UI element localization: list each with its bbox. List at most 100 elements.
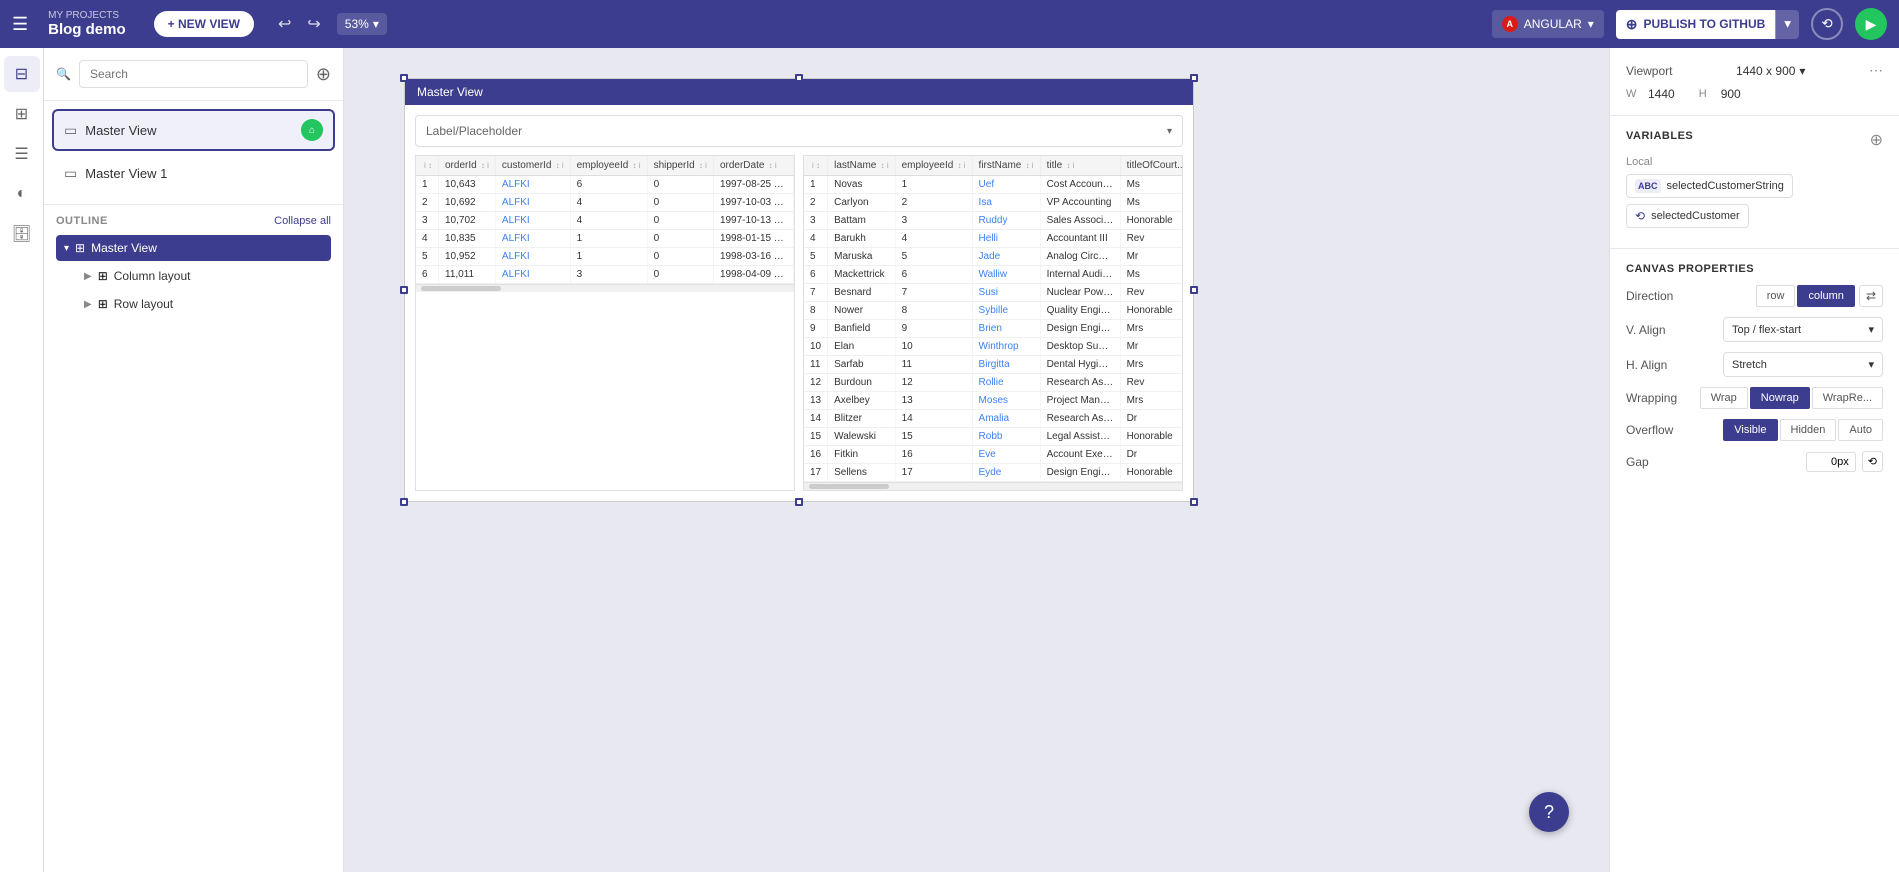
left-table-scrollbar[interactable]: [416, 284, 794, 292]
h-align-select[interactable]: Stretch ▾: [1723, 352, 1883, 377]
publish-button[interactable]: ⊕ PUBLISH TO GITHUB: [1616, 10, 1776, 39]
right-table-scrollbar[interactable]: [804, 482, 1182, 490]
right-table-cell: Rev: [1120, 230, 1183, 248]
left-table-cell: 10,643: [439, 176, 496, 194]
zoom-control[interactable]: 53% ▾: [337, 13, 387, 35]
chevron-right-icon-col[interactable]: ▶: [84, 271, 92, 282]
angular-logo: A: [1502, 16, 1518, 32]
handle-mr[interactable]: [1190, 286, 1198, 294]
orderdate-sort: ↕ i: [766, 161, 776, 170]
view-item-master[interactable]: ▭ Master View ⌂: [52, 109, 335, 151]
menu-icon[interactable]: ☰: [12, 14, 28, 35]
right-table-row[interactable]: 16Fitkin16EveAccount ExecutiveDr: [804, 446, 1183, 464]
canvas-area[interactable]: Master View Label/Placeholder ▾: [344, 48, 1609, 872]
angular-selector[interactable]: A ANGULAR ▾: [1492, 10, 1604, 38]
right-col-firstname: firstName ↕ i: [972, 156, 1040, 176]
left-table-row[interactable]: 210,692ALFKI401997-10-03 T00...: [416, 194, 794, 212]
outline-item-row-layout[interactable]: ▶ ⊞ Row layout: [76, 291, 331, 317]
direction-column-button[interactable]: column: [1797, 285, 1854, 307]
left-table-row[interactable]: 410,835ALFKI101998-01-15 T00...: [416, 230, 794, 248]
right-table-row[interactable]: 15Walewski15RobbLegal AssistantHonorable: [804, 428, 1183, 446]
right-table-cell: 12: [895, 374, 972, 392]
view-item-master-1[interactable]: ▭ Master View 1: [52, 155, 335, 192]
right-table-row[interactable]: 9Banfield9BrienDesign EngineerMrs: [804, 320, 1183, 338]
view-icon: ▭: [64, 122, 77, 139]
tables-row: i ↕ orderId ↕ i customerId ↕ i employeeI…: [415, 155, 1183, 491]
right-table-row[interactable]: 6Mackettrick6WalliwInternal AuditorMs: [804, 266, 1183, 284]
left-table-row[interactable]: 611,011ALFKI301998-04-09 T00...: [416, 266, 794, 284]
nowrap-button[interactable]: Nowrap: [1750, 387, 1810, 409]
overflow-hidden-button[interactable]: Hidden: [1780, 419, 1837, 441]
right-table-row[interactable]: 10Elan10WinthropDesktop Support...Mr: [804, 338, 1183, 356]
viewport-selector[interactable]: 1440 x 900 ▾: [1736, 64, 1805, 78]
view-home-button[interactable]: ⌂: [301, 119, 323, 141]
right-table-row[interactable]: 14Blitzer14AmaliaResearch Assista...Dr: [804, 410, 1183, 428]
direction-swap-button[interactable]: ⇄: [1859, 285, 1883, 307]
handle-br[interactable]: [1190, 498, 1198, 506]
icon-bar-home[interactable]: ⊟: [4, 56, 40, 92]
icon-bar-palette[interactable]: ◐: [4, 176, 40, 212]
help-fab[interactable]: ?: [1529, 792, 1569, 832]
gap-link-button[interactable]: ⟲: [1862, 451, 1883, 472]
grid-icon-row: ⊞: [98, 297, 108, 311]
new-view-button[interactable]: + NEW VIEW: [154, 11, 254, 37]
undo-button[interactable]: ↩: [274, 10, 295, 38]
right-table-row[interactable]: 13Axelbey13MosesProject ManagerMrs: [804, 392, 1183, 410]
add-variable-button[interactable]: ⊕: [1870, 130, 1883, 150]
add-view-button[interactable]: ⊕: [316, 64, 331, 85]
outline-item-master-view[interactable]: ▾ ⊞ Master View: [56, 235, 331, 261]
chevron-down-icon[interactable]: ▾: [64, 243, 69, 254]
icon-bar-layers[interactable]: ☰: [4, 136, 40, 172]
outline-item-column-layout[interactable]: ▶ ⊞ Column layout: [76, 263, 331, 289]
left-table-cell: 6: [570, 176, 647, 194]
search-input[interactable]: [79, 60, 308, 88]
v-align-select[interactable]: Top / flex-start ▾: [1723, 317, 1883, 342]
overflow-visible-button[interactable]: Visible: [1723, 419, 1777, 441]
right-table-cell: Winthrop: [972, 338, 1040, 356]
icon-bar-components[interactable]: ⊞: [4, 96, 40, 132]
overflow-auto-button[interactable]: Auto: [1838, 419, 1883, 441]
collapse-all-button[interactable]: Collapse all: [274, 215, 331, 227]
play-button[interactable]: ▶: [1855, 8, 1887, 40]
handle-tm[interactable]: [795, 74, 803, 82]
right-table-row[interactable]: 2Carlyon2IsaVP AccountingMs: [804, 194, 1183, 212]
handle-ml[interactable]: [400, 286, 408, 294]
handle-bl[interactable]: [400, 498, 408, 506]
right-table-cell: Quality Engineer: [1040, 302, 1120, 320]
left-table-row[interactable]: 510,952ALFKI101998-03-16 T00...: [416, 248, 794, 266]
right-table-cell: Desktop Support...: [1040, 338, 1120, 356]
handle-tl[interactable]: [400, 74, 408, 82]
right-table[interactable]: i ↕ lastName ↕ i employeeId ↕ i firstNam…: [803, 155, 1183, 491]
wrapre-button[interactable]: WrapRe...: [1812, 387, 1883, 409]
variable-chip-string[interactable]: ABC selectedCustomerString: [1626, 174, 1793, 198]
right-table-row[interactable]: 5Maruska5JadeAnalog Circuit De...Mr: [804, 248, 1183, 266]
right-table-row[interactable]: 8Nower8SybilleQuality EngineerHonorable: [804, 302, 1183, 320]
right-table-row[interactable]: 1Novas1UefCost AccountantMs: [804, 176, 1183, 194]
right-table-row[interactable]: 4Barukh4HelliAccountant IIIRev: [804, 230, 1183, 248]
direction-row-button[interactable]: row: [1756, 285, 1796, 307]
left-table-row[interactable]: 310,702ALFKI401997-10-13 T00...: [416, 212, 794, 230]
wrap-button[interactable]: Wrap: [1700, 387, 1748, 409]
publish-dropdown-button[interactable]: ▾: [1775, 10, 1799, 39]
icon-bar-data[interactable]: 🗄: [4, 216, 40, 252]
gap-input[interactable]: [1806, 452, 1856, 472]
right-table-row[interactable]: 12Burdoun12RollieResearch Assista...Rev: [804, 374, 1183, 392]
viewport-more-button[interactable]: ⋯: [1869, 62, 1883, 79]
viewport-section: Viewport 1440 x 900 ▾ ⋯ W 1440 H 900: [1610, 48, 1899, 116]
left-table[interactable]: i ↕ orderId ↕ i customerId ↕ i employeeI…: [415, 155, 795, 491]
right-table-row[interactable]: 11Sarfab11BirgittaDental HygienistMrs: [804, 356, 1183, 374]
handle-tr[interactable]: [1190, 74, 1198, 82]
variable-chip-object[interactable]: ⟲ selectedCustomer: [1626, 204, 1749, 228]
left-table-row[interactable]: 110,643ALFKI601997-08-25 T00...: [416, 176, 794, 194]
right-table-row[interactable]: 7Besnard7SusiNuclear Power E...Rev: [804, 284, 1183, 302]
handle-bm[interactable]: [795, 498, 803, 506]
right-table-row[interactable]: 3Battam3RuddySales AssociateHonorable: [804, 212, 1183, 230]
redo-button[interactable]: ↪: [303, 10, 324, 38]
right-table-cell: VP Accounting: [1040, 194, 1120, 212]
right-scrollbar-thumb[interactable]: [809, 484, 889, 489]
chevron-right-icon-row[interactable]: ▶: [84, 299, 92, 310]
left-scrollbar-thumb[interactable]: [421, 286, 501, 291]
dropdown-bar[interactable]: Label/Placeholder ▾: [415, 115, 1183, 147]
share-button[interactable]: ⟲: [1811, 8, 1843, 40]
right-table-row[interactable]: 17Sellens17EydeDesign EngineerHonorable: [804, 464, 1183, 482]
